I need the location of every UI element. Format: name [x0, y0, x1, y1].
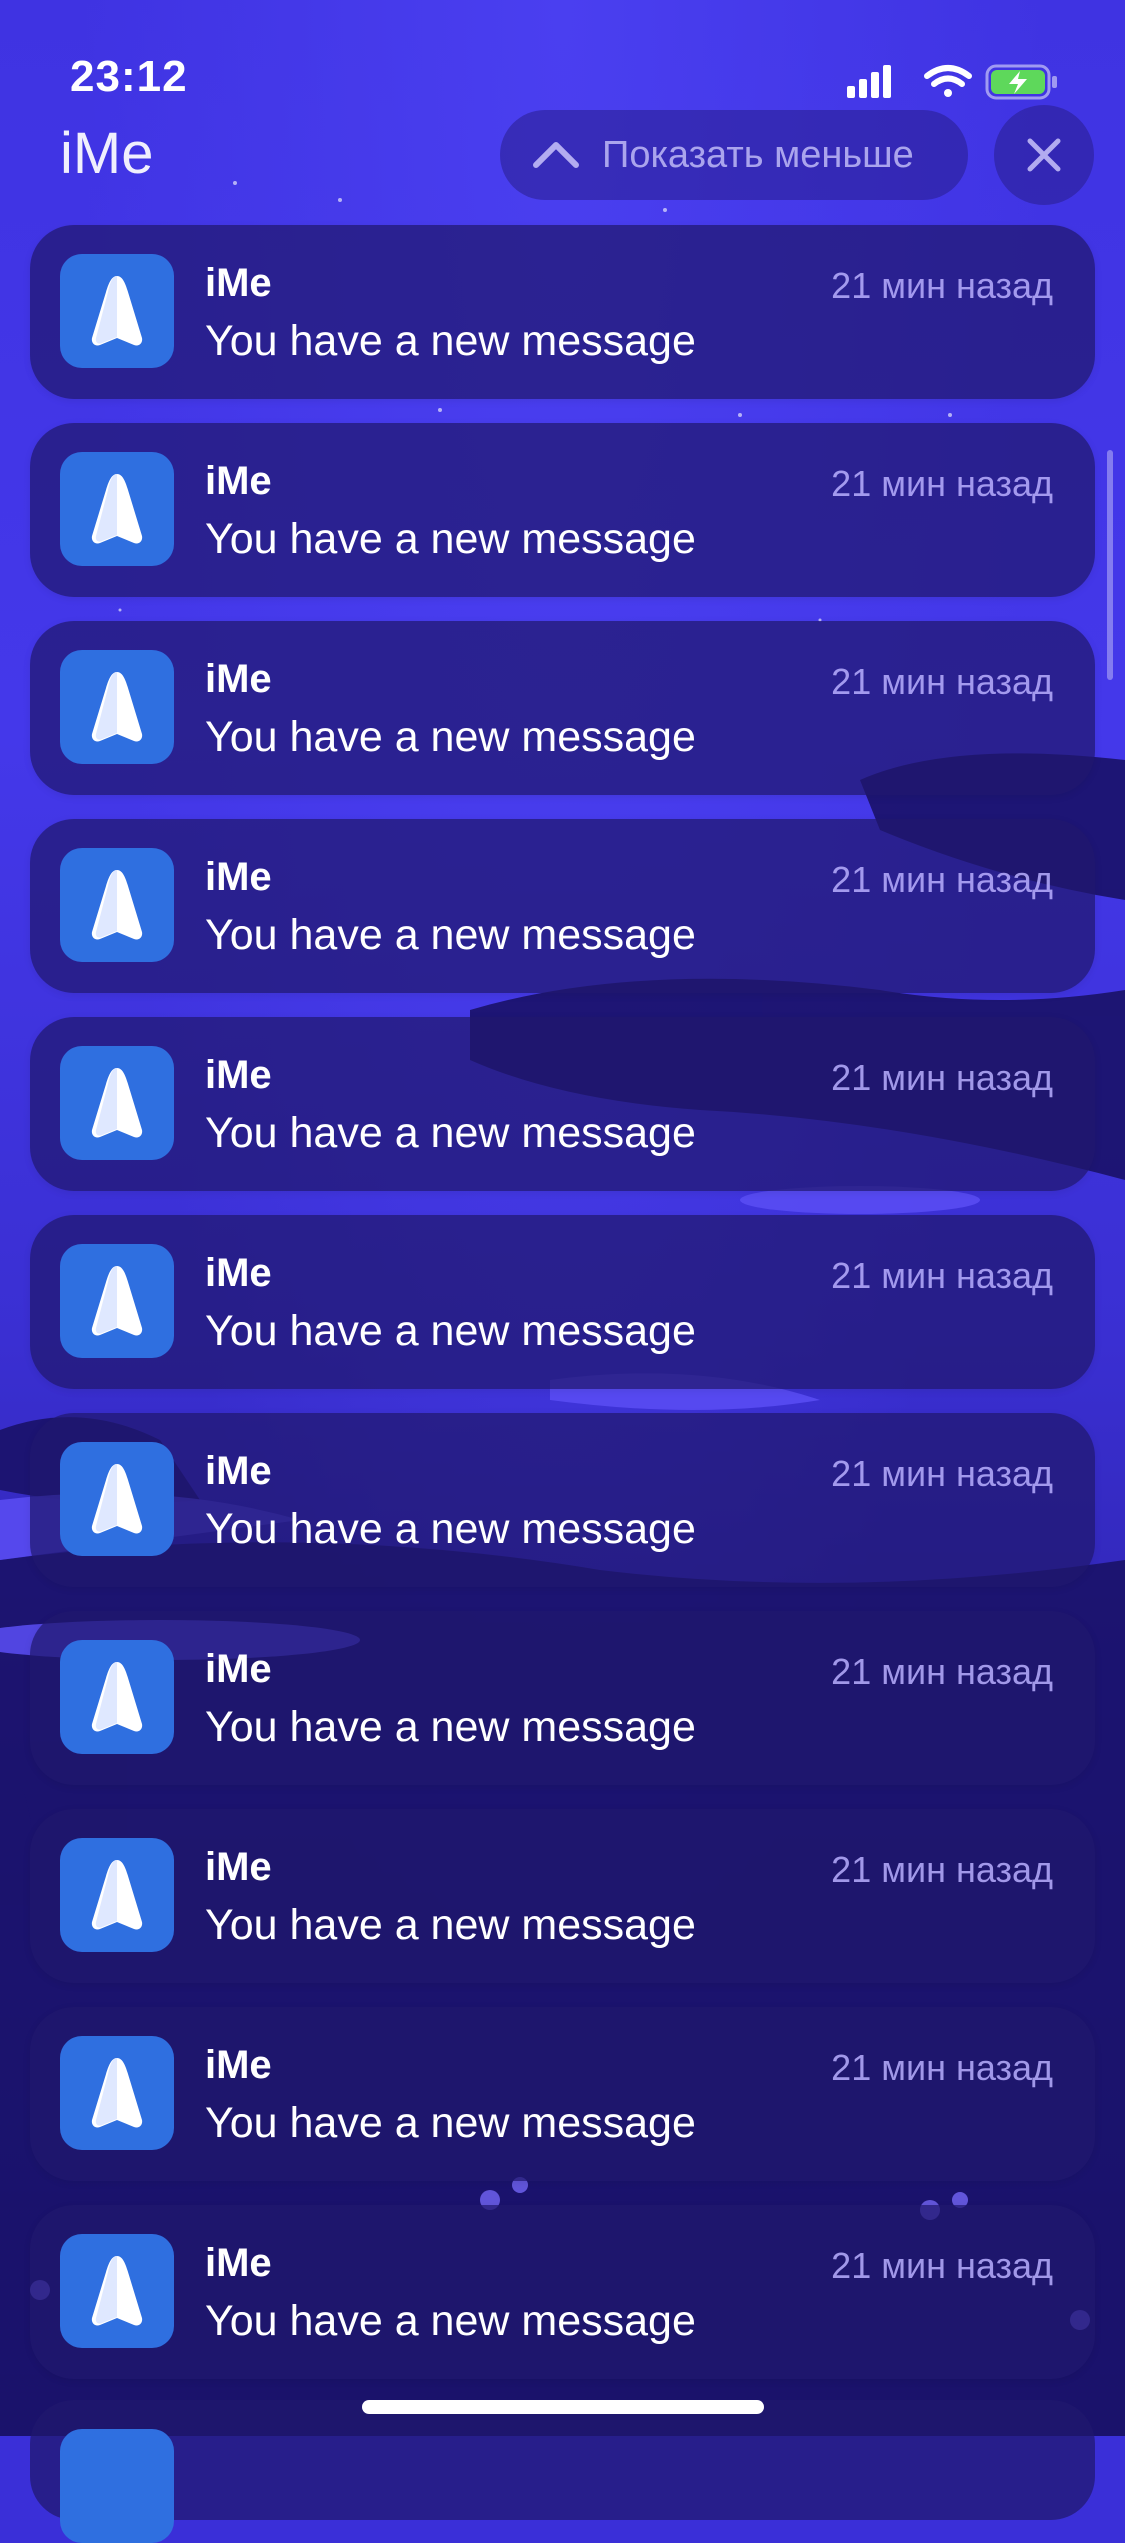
- battery-charging-icon: [985, 64, 1057, 100]
- ime-app-icon: [60, 2234, 174, 2348]
- notification-card[interactable]: iMe 21 мин назад You have a new message: [30, 423, 1095, 597]
- notification-app-name: iMe: [205, 459, 272, 503]
- ime-logo-icon: [91, 1860, 143, 1930]
- ime-logo-icon: [91, 1266, 143, 1336]
- ime-logo-icon: [91, 474, 143, 544]
- notification-app-name: iMe: [205, 1449, 272, 1493]
- notification-app-name: iMe: [205, 1647, 272, 1691]
- notification-message: You have a new message: [205, 1505, 696, 1553]
- ime-app-icon: [60, 1046, 174, 1160]
- notification-message: You have a new message: [205, 1307, 696, 1355]
- notification-card[interactable]: iMe 21 мин назад You have a new message: [30, 819, 1095, 993]
- notification-card-partial[interactable]: [30, 2400, 1095, 2543]
- home-indicator[interactable]: [362, 2400, 764, 2414]
- notification-message: You have a new message: [205, 1109, 696, 1157]
- scroll-indicator: [1107, 450, 1113, 680]
- wifi-icon: [924, 65, 972, 97]
- ime-app-icon: [60, 848, 174, 962]
- notification-list: iMe 21 мин назад You have a new message iMe…: [30, 225, 1095, 2403]
- notification-message: You have a new message: [205, 2099, 696, 2147]
- notification-message: You have a new message: [205, 317, 696, 365]
- ime-app-icon: [60, 452, 174, 566]
- ime-logo-icon: [91, 1662, 143, 1732]
- notification-time: 21 мин назад: [831, 1453, 1053, 1494]
- notification-card[interactable]: iMe 21 мин назад You have a new message: [30, 2007, 1095, 2181]
- notification-time: 21 мин назад: [831, 661, 1053, 702]
- notification-app-name: iMe: [205, 261, 272, 305]
- ime-logo-icon: [91, 870, 143, 940]
- ime-app-icon: [60, 2036, 174, 2150]
- notification-message: You have a new message: [205, 515, 696, 563]
- group-title: iMe: [60, 121, 154, 186]
- notification-card[interactable]: iMe 21 мин назад You have a new message: [30, 225, 1095, 399]
- notification-app-name: iMe: [205, 2241, 272, 2285]
- ime-app-icon: [60, 1838, 174, 1952]
- show-less-button[interactable]: Показать меньше: [500, 110, 968, 200]
- notification-app-name: iMe: [205, 855, 272, 899]
- cellular-signal-icon: [847, 65, 891, 98]
- notification-app-name: iMe: [205, 2043, 272, 2087]
- ime-app-icon: [60, 1244, 174, 1358]
- notification-card[interactable]: iMe 21 мин назад You have a new message: [30, 2205, 1095, 2379]
- ime-logo-icon: [91, 1068, 143, 1138]
- chevron-up-icon: [533, 142, 579, 168]
- notification-app-name: iMe: [205, 1053, 272, 1097]
- ime-app-icon: [60, 2429, 174, 2543]
- notification-message: You have a new message: [205, 911, 696, 959]
- notification-app-name: iMe: [205, 1845, 272, 1889]
- ime-logo-icon: [91, 672, 143, 742]
- status-icons: [847, 64, 1057, 100]
- notification-time: 21 мин назад: [831, 1849, 1053, 1890]
- notification-card[interactable]: iMe 21 мин назад You have a new message: [30, 1215, 1095, 1389]
- notification-card[interactable]: iMe 21 мин назад You have a new message: [30, 621, 1095, 795]
- notification-card[interactable]: iMe 21 мин назад You have a new message: [30, 1611, 1095, 1785]
- ime-app-icon: [60, 650, 174, 764]
- notification-time: 21 мин назад: [831, 2245, 1053, 2286]
- ime-logo-icon: [91, 276, 143, 346]
- ime-app-icon: [60, 1640, 174, 1754]
- status-time: 23:12: [70, 52, 188, 101]
- close-icon: [1027, 138, 1061, 172]
- ime-app-icon: [60, 1442, 174, 1556]
- notification-app-name: iMe: [205, 657, 272, 701]
- notification-card[interactable]: iMe 21 мин назад You have a new message: [30, 1809, 1095, 1983]
- notification-message: You have a new message: [205, 1901, 696, 1949]
- notification-app-name: iMe: [205, 1251, 272, 1295]
- notification-card[interactable]: iMe 21 мин назад You have a new message: [30, 1017, 1095, 1191]
- ime-logo-icon: [91, 2058, 143, 2128]
- notification-time: 21 мин назад: [831, 1651, 1053, 1692]
- notification-time: 21 мин назад: [831, 1255, 1053, 1296]
- show-less-label: Показать меньше: [602, 133, 914, 176]
- ime-logo-icon: [91, 2256, 143, 2326]
- notification-time: 21 мин назад: [831, 2047, 1053, 2088]
- notification-time: 21 мин назад: [831, 265, 1053, 306]
- notification-card[interactable]: iMe 21 мин назад You have a new message: [30, 1413, 1095, 1587]
- clear-group-button[interactable]: [994, 105, 1094, 205]
- notification-message: You have a new message: [205, 2297, 696, 2345]
- notification-time: 21 мин назад: [831, 463, 1053, 504]
- notification-time: 21 мин назад: [831, 1057, 1053, 1098]
- ime-app-icon: [60, 254, 174, 368]
- notification-message: You have a new message: [205, 713, 696, 761]
- ime-logo-icon: [91, 1464, 143, 1534]
- notification-message: You have a new message: [205, 1703, 696, 1751]
- notification-group-header: iMe Показать меньше: [0, 100, 1125, 210]
- notification-time: 21 мин назад: [831, 859, 1053, 900]
